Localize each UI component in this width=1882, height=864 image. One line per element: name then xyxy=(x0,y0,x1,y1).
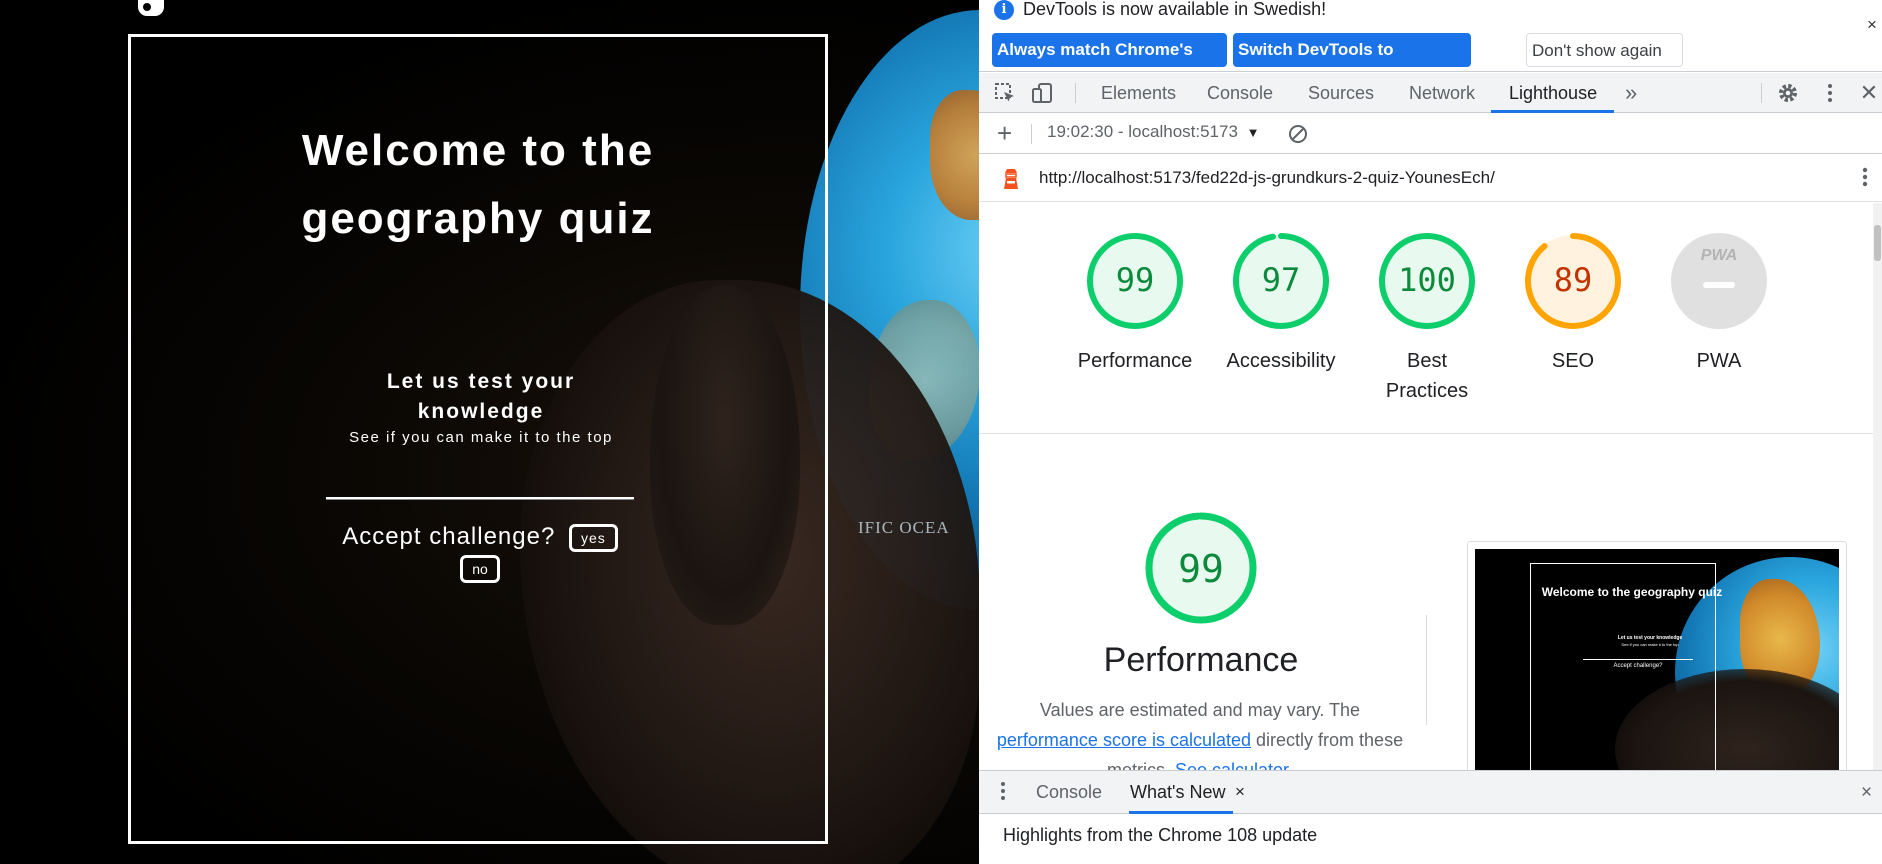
column-divider xyxy=(1426,615,1427,725)
infobar-message: DevTools is now available in Swedish! xyxy=(1023,0,1327,19)
quiz-subtitle: Let us test your knowledge xyxy=(281,367,681,427)
settings-gear-icon[interactable] xyxy=(1776,81,1800,105)
drawer-tab-whats-new[interactable]: What's New xyxy=(1130,771,1225,814)
gauge-pwa[interactable]: PWA xyxy=(1669,231,1769,331)
devtools-panel: i DevTools is now available in Swedish! … xyxy=(979,0,1882,864)
summary-divider xyxy=(979,433,1873,434)
globe-ocean-text: IFIC OCEA xyxy=(858,518,950,537)
more-tabs-icon[interactable]: » xyxy=(1625,73,1637,113)
thumbnail-subtitle: Let us test your knowledge xyxy=(1617,635,1683,641)
tab-lighthouse[interactable]: Lighthouse xyxy=(1509,73,1597,113)
accept-challenge-label: Accept challenge? xyxy=(342,523,556,550)
language-infobar: i DevTools is now available in Swedish! … xyxy=(979,0,1882,93)
new-report-icon[interactable]: + xyxy=(997,118,1012,149)
gauge-label: SEO xyxy=(1551,350,1595,372)
quiz-page: IFIC OCEA Welcome to the geography quiz … xyxy=(0,0,979,864)
quiz-subtitle-line: Let us test your xyxy=(386,370,576,393)
yes-button[interactable]: yes xyxy=(569,523,618,552)
device-toolbar-icon[interactable] xyxy=(1031,81,1055,105)
accept-row: Accept challenge? yes xyxy=(326,517,634,557)
match-language-button[interactable]: Always match Chrome's language xyxy=(992,33,1227,93)
performance-description: Values are estimated and may vary. The p… xyxy=(989,695,1411,770)
no-row: no xyxy=(326,555,634,583)
performance-score-large: 99 xyxy=(1178,547,1224,591)
gauge-label: Accessibility xyxy=(1226,350,1336,372)
report-menu-kebab-icon[interactable] xyxy=(1855,165,1875,195)
toolbar-separator xyxy=(1031,124,1032,144)
drawer-tab-console[interactable]: Console xyxy=(1036,771,1102,814)
close-drawer-icon[interactable]: × xyxy=(1861,782,1872,804)
info-icon: i xyxy=(994,0,1014,20)
thumbnail-divider xyxy=(1583,659,1693,660)
report-selector[interactable]: 19:02:30 - localhost:5173 ▼ xyxy=(1047,122,1260,142)
inspect-element-icon[interactable] xyxy=(993,81,1017,105)
gauge-accessibility[interactable]: 97 xyxy=(1231,231,1331,331)
gauge-label: PWA xyxy=(1696,350,1742,372)
lighthouse-icon xyxy=(1002,167,1020,191)
toggle-icon[interactable] xyxy=(138,0,164,16)
performance-heading: Performance xyxy=(1103,641,1299,679)
report-scrollbar[interactable] xyxy=(1873,203,1882,770)
thumbnail-title: Welcome to the geography quiz xyxy=(1541,585,1723,599)
lighthouse-report: 99 Performance 97 Accessibility 100 Best… xyxy=(979,203,1873,770)
final-screenshot-thumbnail[interactable]: Welcome to the geography quiz Let us tes… xyxy=(1475,549,1839,770)
gauge-label: Performance xyxy=(1077,350,1193,372)
gauge-label-line: Practices xyxy=(1385,380,1469,402)
gauge-score: 100 xyxy=(1398,261,1456,299)
tab-elements[interactable]: Elements xyxy=(1101,73,1176,113)
description-text: directly from these xyxy=(1256,730,1404,750)
no-button[interactable]: no xyxy=(460,555,500,583)
chevron-down-icon: ▼ xyxy=(1246,125,1260,140)
gauge-label: Best Practices xyxy=(1352,346,1502,406)
see-calculator-link[interactable]: See calculator. xyxy=(1175,760,1293,770)
report-selector-label: 19:02:30 - localhost:5173 xyxy=(1047,122,1238,141)
gauge-score: 99 xyxy=(1115,261,1155,299)
gauge-performance[interactable]: 99 xyxy=(1085,231,1185,331)
quiz-title-line: Welcome to the xyxy=(301,126,655,175)
toolbar-separator xyxy=(1761,83,1762,103)
report-url[interactable]: http://localhost:5173/fed22d-js-grundkur… xyxy=(1039,168,1495,188)
drawer-tabbar: Console What's New × × xyxy=(979,770,1882,814)
switch-to-swedish-button[interactable]: Switch DevTools to Swedish xyxy=(1233,33,1471,93)
pwa-badge-icon: PWA xyxy=(1700,247,1738,264)
scrollbar-thumb[interactable] xyxy=(1874,225,1881,261)
dont-show-again-button[interactable]: Don't show again xyxy=(1526,33,1683,67)
quiz-card: Welcome to the geography quiz Let us tes… xyxy=(128,34,828,844)
tab-console[interactable]: Console xyxy=(1207,73,1273,113)
close-devtools-icon[interactable]: ✕ xyxy=(1857,81,1881,105)
report-url-bar: http://localhost:5173/fed22d-js-grundkur… xyxy=(979,155,1882,202)
gauge-seo[interactable]: 89 xyxy=(1523,231,1623,331)
close-tab-icon[interactable]: × xyxy=(1235,782,1245,802)
quiz-subtitle-line: knowledge xyxy=(417,400,545,423)
gauge-best-practices[interactable]: 100 xyxy=(1377,231,1477,331)
score-calculated-link[interactable]: performance score is calculated xyxy=(997,730,1251,750)
description-text: metrics. xyxy=(1106,760,1170,770)
tab-network[interactable]: Network xyxy=(1409,73,1475,113)
thumbnail-tagline: See if you can make it to the top xyxy=(1621,642,1679,647)
quiz-divider xyxy=(326,497,634,499)
clear-reports-icon[interactable] xyxy=(1288,124,1308,149)
quiz-title: Welcome to the geography quiz xyxy=(131,117,825,253)
quiz-title-line: geography quiz xyxy=(301,194,655,243)
gauge-label-line: Best xyxy=(1406,350,1448,372)
whats-new-content: Highlights from the Chrome 108 update xyxy=(1003,825,1318,845)
toolbar-separator xyxy=(1075,83,1076,103)
gauge-score: 97 xyxy=(1261,261,1301,299)
description-text: Values are estimated and may vary. The xyxy=(1039,700,1361,720)
active-drawer-tab-indicator xyxy=(1129,811,1233,814)
customize-kebab-icon[interactable] xyxy=(1818,81,1842,105)
drawer-menu-kebab-icon[interactable] xyxy=(995,779,1011,809)
devtools-tabbar: Elements Console Sources Network Lightho… xyxy=(979,73,1882,113)
active-tab-indicator xyxy=(1491,110,1614,113)
lighthouse-toolbar: + 19:02:30 - localhost:5173 ▼ xyxy=(979,114,1882,154)
tab-sources[interactable]: Sources xyxy=(1308,73,1374,113)
thumbnail-accept: Accept challenge? xyxy=(1613,663,1663,669)
quiz-tagline: See if you can make it to the top xyxy=(349,429,613,446)
gauge-score: 89 xyxy=(1553,261,1593,299)
infobar-close-icon[interactable]: × xyxy=(1867,15,1877,35)
